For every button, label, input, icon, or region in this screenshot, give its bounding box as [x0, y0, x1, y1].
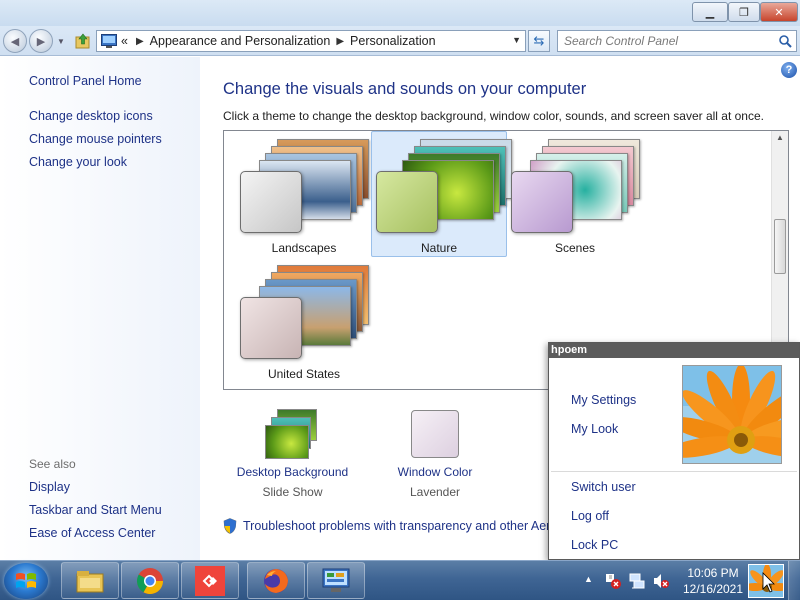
breadcrumb-separator-icon[interactable]: ▶ [336, 36, 344, 47]
up-folder-icon[interactable] [74, 32, 92, 50]
popup-divider [551, 471, 797, 472]
theme-label: Nature [420, 241, 458, 255]
desktop-background-value: Slide Show [262, 485, 323, 499]
desktop-background-setting[interactable]: Desktop Background Slide Show [235, 409, 350, 499]
taskbar-anydesk[interactable] [181, 562, 239, 599]
switch-user-link[interactable]: Switch user [571, 480, 636, 494]
page-title: Change the visuals and sounds on your co… [223, 80, 587, 98]
restore-button[interactable]: ❐ [728, 2, 760, 22]
change-your-look-link[interactable]: Change your look [29, 155, 127, 169]
change-desktop-icons-link[interactable]: Change desktop icons [29, 109, 153, 123]
change-mouse-pointers-link[interactable]: Change mouse pointers [29, 132, 162, 146]
theme-nature[interactable]: Nature [371, 131, 512, 257]
theme-color-swatch [240, 297, 302, 359]
taskbar-chrome[interactable] [121, 562, 179, 599]
breadcrumb-separator-icon: ▶ [135, 35, 144, 47]
taskbar-firefox[interactable] [247, 562, 305, 599]
search-icon[interactable] [778, 34, 792, 48]
taskbar: ▲ 10:06 PM 12/16/2021 [0, 560, 800, 600]
address-bar[interactable]: « ▶ Appearance and Personalization ▶ Per… [96, 30, 526, 52]
title-bar: ▁ ❐ ✕ [0, 0, 800, 26]
ease-of-access-link[interactable]: Ease of Access Center [29, 526, 155, 540]
minimize-icon: ▁ [705, 6, 715, 19]
my-settings-link[interactable]: My Settings [571, 393, 636, 407]
taskbar-start-menu-link[interactable]: Taskbar and Start Menu [29, 503, 162, 517]
search-input[interactable] [558, 31, 768, 51]
window-color-value: Lavender [409, 485, 461, 499]
scroll-up-icon[interactable]: ▲ [776, 133, 784, 142]
scroll-thumb[interactable] [774, 219, 786, 274]
troubleshoot-row[interactable]: Troubleshoot problems with transparency … [223, 518, 557, 534]
theme-color-swatch [240, 171, 302, 233]
chrome-icon [136, 567, 164, 594]
troubleshoot-link[interactable]: Troubleshoot problems with transparency … [243, 519, 557, 533]
clock-time: 10:06 PM [687, 566, 739, 580]
log-off-link[interactable]: Log off [571, 509, 609, 523]
back-arrow-icon: ◀ [10, 35, 20, 48]
display-link[interactable]: Display [29, 480, 70, 494]
show-desktop-button[interactable] [788, 561, 800, 600]
navigation-bar: ◀ ▶ ▼ « ▶ Appearance and Personalization… [0, 26, 800, 56]
breadcrumb-item[interactable]: Appearance and Personalization [150, 34, 331, 48]
shield-icon [223, 518, 237, 534]
close-icon: ✕ [774, 6, 784, 19]
theme-label: Landscapes [271, 241, 337, 255]
system-clock[interactable]: 10:06 PM 12/16/2021 [678, 565, 748, 597]
forward-button[interactable]: ▶ [29, 29, 53, 53]
forward-arrow-icon: ▶ [36, 35, 46, 48]
control-panel-home-link[interactable]: Control Panel Home [29, 74, 142, 88]
file-explorer-icon [76, 570, 104, 592]
close-button[interactable]: ✕ [760, 2, 798, 22]
network-icon[interactable] [628, 572, 646, 590]
breadcrumb-item[interactable]: Personalization [350, 34, 435, 48]
clock-date: 12/16/2021 [682, 582, 744, 596]
windows-logo-icon [16, 573, 36, 588]
theme-scenes[interactable]: Scenes [507, 133, 643, 259]
my-look-link[interactable]: My Look [571, 422, 618, 436]
search-box[interactable] [557, 30, 797, 52]
minimize-button[interactable]: ▁ [692, 2, 728, 22]
theme-landscapes[interactable]: Landscapes [236, 133, 372, 259]
window-color-link[interactable]: Window Color [390, 465, 480, 479]
user-tile-button[interactable] [748, 564, 784, 598]
page-subtitle: Click a theme to change the desktop back… [223, 109, 764, 123]
control-panel-icon [322, 568, 350, 592]
theme-color-swatch [511, 171, 573, 233]
start-button[interactable] [4, 563, 48, 599]
theme-color-swatch [376, 171, 438, 233]
anydesk-icon [195, 565, 225, 596]
theme-label: United States [267, 367, 341, 381]
theme-united-states[interactable]: United States [236, 259, 372, 385]
address-dropdown-icon[interactable]: ▼ [512, 35, 521, 45]
taskbar-file-explorer[interactable] [61, 562, 119, 599]
user-flower-icon [749, 565, 783, 597]
popup-username: hpoem [549, 343, 799, 358]
user-photo [682, 365, 782, 464]
desktop-background-icon [263, 409, 323, 459]
refresh-icon: ⇆ [533, 33, 545, 48]
see-also-heading: See also [29, 457, 76, 471]
user-popup: hpoem My Settings My Look Switch user Lo… [548, 342, 800, 560]
window-color-setting[interactable]: Window Color Lavender [390, 409, 480, 499]
firefox-icon [264, 568, 288, 593]
task-pane: Control Panel Home Change desktop icons … [0, 57, 200, 560]
desktop-background-link[interactable]: Desktop Background [235, 465, 350, 479]
theme-label: Scenes [554, 241, 596, 255]
breadcrumb-overflow[interactable]: « [121, 34, 128, 48]
show-hidden-icons-button[interactable]: ▲ [584, 574, 593, 584]
window-color-swatch-icon [411, 410, 459, 458]
flower-image [683, 366, 781, 463]
restore-icon: ❐ [739, 6, 749, 19]
recent-pages-dropdown-icon[interactable]: ▼ [57, 37, 65, 46]
volume-muted-icon[interactable] [652, 572, 670, 590]
control-panel-icon [101, 34, 117, 48]
back-button[interactable]: ◀ [3, 29, 27, 53]
refresh-button[interactable]: ⇆ [528, 30, 550, 52]
help-icon[interactable]: ? [781, 62, 797, 78]
action-center-icon[interactable] [604, 572, 622, 590]
lock-pc-link[interactable]: Lock PC [571, 538, 618, 552]
taskbar-control-panel[interactable] [307, 562, 365, 599]
